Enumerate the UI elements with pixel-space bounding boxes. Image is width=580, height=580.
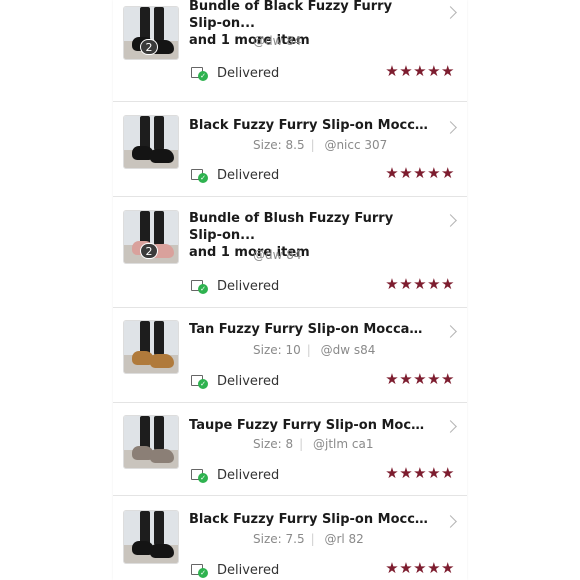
order-row[interactable]: Taupe Fuzzy Furry Slip-on Moccasin... Si…: [113, 402, 467, 496]
order-title-line1: Bundle of Black Fuzzy Furry Slip-on...: [189, 0, 393, 31]
order-title-line1: Tan Fuzzy Furry Slip-on Moccasin Sli...: [189, 322, 429, 337]
status-label: Delivered: [217, 373, 280, 389]
order-title[interactable]: Tan Fuzzy Furry Slip-on Moccasin Sli...: [189, 321, 429, 338]
order-meta: @dw 84: [253, 34, 302, 48]
order-title-line1: Black Fuzzy Furry Slip-on Moccasin...: [189, 512, 429, 527]
order-meta: Size: 10 | @dw s84: [253, 343, 375, 357]
seller-handle[interactable]: @dw 84: [253, 248, 302, 262]
delivery-status: ✓ Delivered: [191, 166, 279, 184]
chevron-right-icon[interactable]: [444, 121, 457, 134]
order-title-line1: Taupe Fuzzy Furry Slip-on Moccasin...: [189, 418, 429, 433]
order-row[interactable]: Black Fuzzy Furry Slip-on Moccasin... Si…: [113, 101, 467, 197]
product-thumbnail[interactable]: [123, 115, 179, 169]
status-label: Delivered: [217, 562, 280, 578]
delivery-status: ✓ Delivered: [191, 561, 279, 579]
order-row[interactable]: Tan Fuzzy Furry Slip-on Moccasin Sli... …: [113, 307, 467, 403]
package-delivered-icon: ✓: [191, 374, 208, 389]
product-thumbnail[interactable]: [123, 510, 179, 564]
chevron-right-icon[interactable]: [444, 420, 457, 433]
rating-stars: ★★★★★: [385, 275, 455, 293]
seller-handle[interactable]: @jtlm ca1: [313, 437, 373, 451]
item-count-badge: 2: [140, 243, 158, 259]
rating-stars: ★★★★★: [385, 62, 455, 80]
chevron-right-icon[interactable]: [444, 325, 457, 338]
status-label: Delivered: [217, 467, 280, 483]
size-label: Size: 8: [253, 437, 294, 451]
delivery-status: ✓ Delivered: [191, 64, 279, 82]
delivery-status: ✓ Delivered: [191, 466, 279, 484]
package-delivered-icon: ✓: [191, 468, 208, 483]
order-title[interactable]: Black Fuzzy Furry Slip-on Moccasin...: [189, 117, 429, 134]
item-count-badge: 2: [140, 39, 158, 55]
package-delivered-icon: ✓: [191, 168, 208, 183]
order-meta: Size: 8.5 | @nicc 307: [253, 138, 387, 152]
meta-divider: |: [306, 343, 311, 357]
package-delivered-icon: ✓: [191, 66, 208, 81]
size-label: Size: 7.5: [253, 532, 305, 546]
product-thumbnail[interactable]: [123, 320, 179, 374]
order-row[interactable]: Black Fuzzy Furry Slip-on Moccasin... Si…: [113, 495, 467, 580]
seller-handle[interactable]: @dw s84: [321, 343, 376, 357]
orders-list: 2 Bundle of Black Fuzzy Furry Slip-on...…: [113, 0, 467, 580]
order-title-line1: Black Fuzzy Furry Slip-on Moccasin...: [189, 118, 429, 133]
package-delivered-icon: ✓: [191, 563, 208, 578]
rating-stars: ★★★★★: [385, 464, 455, 482]
chevron-right-icon[interactable]: [444, 6, 457, 19]
seller-handle[interactable]: @nicc 307: [324, 138, 387, 152]
size-label: Size: 8.5: [253, 138, 305, 152]
meta-divider: |: [310, 532, 315, 546]
product-thumbnail[interactable]: [123, 415, 179, 469]
seller-handle[interactable]: @rl 82: [324, 532, 363, 546]
product-thumbnail[interactable]: 2: [123, 6, 179, 60]
order-meta: Size: 8 | @jtlm ca1: [253, 437, 373, 451]
rating-stars: ★★★★★: [385, 164, 455, 182]
meta-divider: |: [310, 138, 315, 152]
size-label: Size: 10: [253, 343, 301, 357]
order-title[interactable]: Bundle of Black Fuzzy Furry Slip-on... a…: [189, 0, 429, 49]
chevron-right-icon[interactable]: [444, 515, 457, 528]
order-title[interactable]: Taupe Fuzzy Furry Slip-on Moccasin...: [189, 417, 429, 434]
seller-handle[interactable]: @dw 84: [253, 34, 302, 48]
order-title-line1: Bundle of Blush Fuzzy Furry Slip-on...: [189, 211, 394, 243]
delivery-status: ✓ Delivered: [191, 277, 279, 295]
meta-divider: |: [299, 437, 304, 451]
rating-stars: ★★★★★: [385, 370, 455, 388]
status-label: Delivered: [217, 65, 280, 81]
order-title[interactable]: Bundle of Blush Fuzzy Furry Slip-on... a…: [189, 210, 429, 261]
package-delivered-icon: ✓: [191, 279, 208, 294]
rating-stars: ★★★★★: [385, 559, 455, 577]
order-meta: @dw 84: [253, 248, 302, 262]
product-thumbnail[interactable]: 2: [123, 210, 179, 264]
order-meta: Size: 7.5 | @rl 82: [253, 532, 364, 546]
status-label: Delivered: [217, 278, 280, 294]
status-label: Delivered: [217, 167, 280, 183]
delivery-status: ✓ Delivered: [191, 372, 279, 390]
order-title[interactable]: Black Fuzzy Furry Slip-on Moccasin...: [189, 511, 429, 528]
order-row[interactable]: 2 Bundle of Black Fuzzy Furry Slip-on...…: [113, 0, 467, 102]
chevron-right-icon[interactable]: [444, 214, 457, 227]
order-row[interactable]: 2 Bundle of Blush Fuzzy Furry Slip-on...…: [113, 196, 467, 308]
